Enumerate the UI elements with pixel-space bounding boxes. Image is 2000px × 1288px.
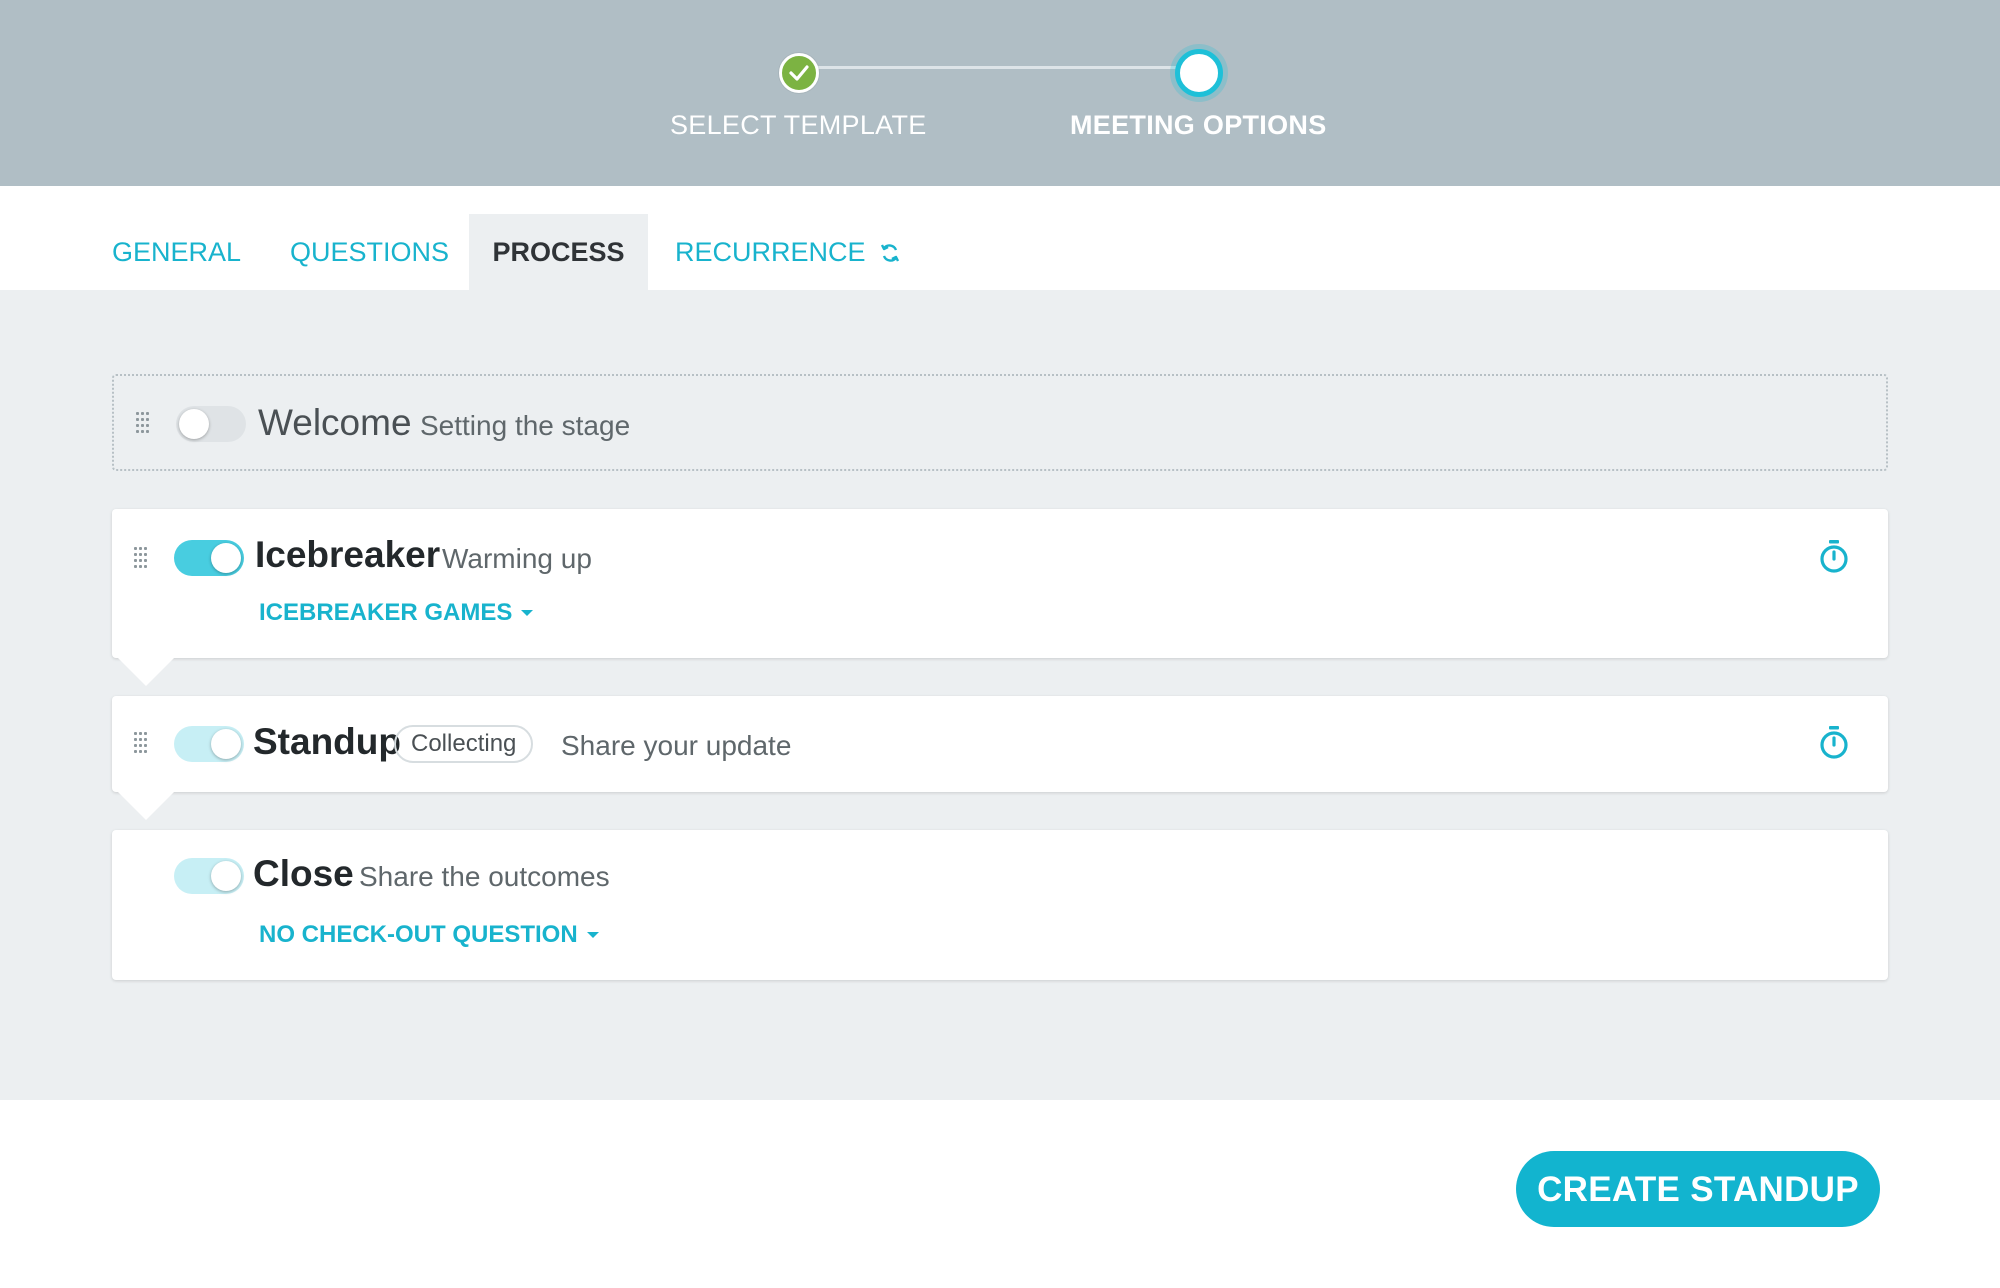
step-select-template-label[interactable]: SELECT TEMPLATE xyxy=(670,110,927,141)
stage-card-icebreaker[interactable]: Icebreaker Warming up ICEBREAKER GAMES xyxy=(112,509,1888,658)
step-select-template-check-icon[interactable] xyxy=(779,53,819,93)
tab-recurrence-label: RECURRENCE xyxy=(675,237,866,267)
wizard-stepper: SELECT TEMPLATE MEETING OPTIONS xyxy=(0,0,2000,186)
caret-down-icon xyxy=(521,610,534,616)
icebreaker-games-dropdown-label: ICEBREAKER GAMES xyxy=(259,599,513,626)
drag-handle-icon[interactable] xyxy=(136,412,150,434)
options-tabs: GENERAL QUESTIONS PROCESS RECURRENCE xyxy=(0,186,2000,290)
drag-handle-icon[interactable] xyxy=(134,547,148,569)
timer-icon[interactable] xyxy=(1818,539,1850,575)
create-standup-button[interactable]: CREATE STANDUP xyxy=(1516,1151,1880,1227)
tab-questions[interactable]: QUESTIONS xyxy=(290,214,449,290)
stage-title-icebreaker: Icebreaker xyxy=(255,534,441,575)
toggle-knob xyxy=(179,409,209,439)
tab-general-label: GENERAL xyxy=(112,237,242,267)
stage-subtitle-standup: Share your update xyxy=(561,730,792,761)
tab-recurrence[interactable]: RECURRENCE xyxy=(675,214,901,290)
stage-subtitle-icebreaker: Warming up xyxy=(442,543,592,574)
step-meeting-options-label: MEETING OPTIONS xyxy=(1070,110,1327,140)
refresh-icon xyxy=(879,231,901,279)
process-stages-area: Welcome Setting the stage Icebreaker War… xyxy=(0,290,2000,1100)
tab-general[interactable]: GENERAL xyxy=(112,214,241,290)
check-out-question-dropdown[interactable]: NO CHECK-OUT QUESTION xyxy=(259,921,599,949)
close-toggle[interactable] xyxy=(174,858,244,894)
status-badge: Collecting xyxy=(394,725,534,763)
timer-icon[interactable] xyxy=(1818,725,1850,761)
stage-card-welcome[interactable]: Welcome Setting the stage xyxy=(112,374,1888,471)
stage-connector-arrow xyxy=(118,792,174,820)
tab-process[interactable]: PROCESS xyxy=(469,214,648,290)
footer: CREATE STANDUP xyxy=(0,1100,2000,1288)
toggle-knob xyxy=(211,543,241,573)
caret-down-icon xyxy=(586,932,599,938)
stage-title-standup: Standup xyxy=(253,721,401,762)
stage-card-close[interactable]: Close Share the outcomes NO CHECK-OUT QU… xyxy=(112,830,1888,980)
stage-card-standup[interactable]: Standup Collecting Share your update xyxy=(112,696,1888,792)
drag-handle-icon[interactable] xyxy=(134,732,148,754)
icebreaker-toggle[interactable] xyxy=(174,540,244,576)
stage-subtitle-welcome: Setting the stage xyxy=(420,410,631,441)
stage-title-close: Close xyxy=(253,853,354,894)
icebreaker-games-dropdown[interactable]: ICEBREAKER GAMES xyxy=(259,599,534,627)
welcome-toggle[interactable] xyxy=(176,406,246,442)
standup-toggle[interactable] xyxy=(174,726,244,762)
toggle-knob xyxy=(211,729,241,759)
toggle-knob xyxy=(211,861,241,891)
stepper-connector xyxy=(799,66,1199,69)
step-meeting-options-indicator xyxy=(1175,49,1223,97)
stage-title-welcome: Welcome xyxy=(258,402,412,443)
stage-subtitle-close: Share the outcomes xyxy=(359,861,610,892)
tab-questions-label: QUESTIONS xyxy=(290,237,450,267)
check-out-question-dropdown-label: NO CHECK-OUT QUESTION xyxy=(259,921,578,948)
stage-connector-arrow xyxy=(118,658,174,686)
tab-process-label: PROCESS xyxy=(492,237,625,267)
